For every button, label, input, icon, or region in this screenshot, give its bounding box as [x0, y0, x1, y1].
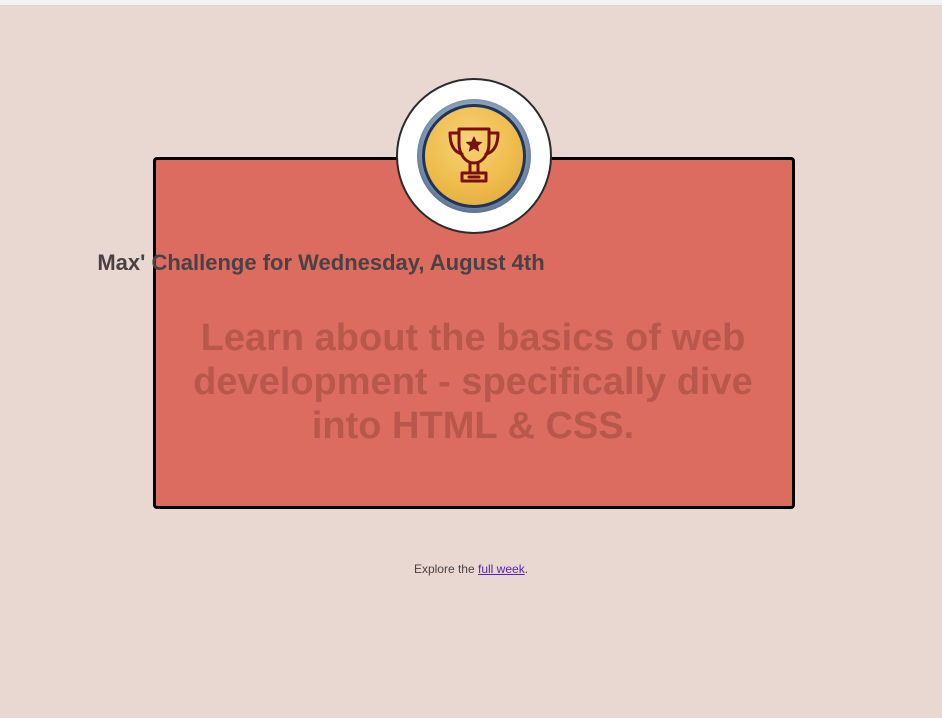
badge-ring: [417, 99, 531, 213]
footer-suffix: .: [524, 562, 529, 576]
browser-top-edge: [0, 0, 942, 6]
challenge-description: Learn about the basics of web developmen…: [193, 317, 753, 447]
challenge-title: Max' Challenge for Wednesday, August 4th: [97, 250, 545, 275]
badge-medal: [422, 104, 526, 208]
trophy-icon: [445, 125, 503, 187]
full-week-link[interactable]: full week: [478, 562, 525, 576]
footer-text: Explore the full week.: [0, 562, 942, 576]
trophy-badge: [396, 78, 552, 234]
footer-prefix: Explore the: [413, 562, 478, 576]
